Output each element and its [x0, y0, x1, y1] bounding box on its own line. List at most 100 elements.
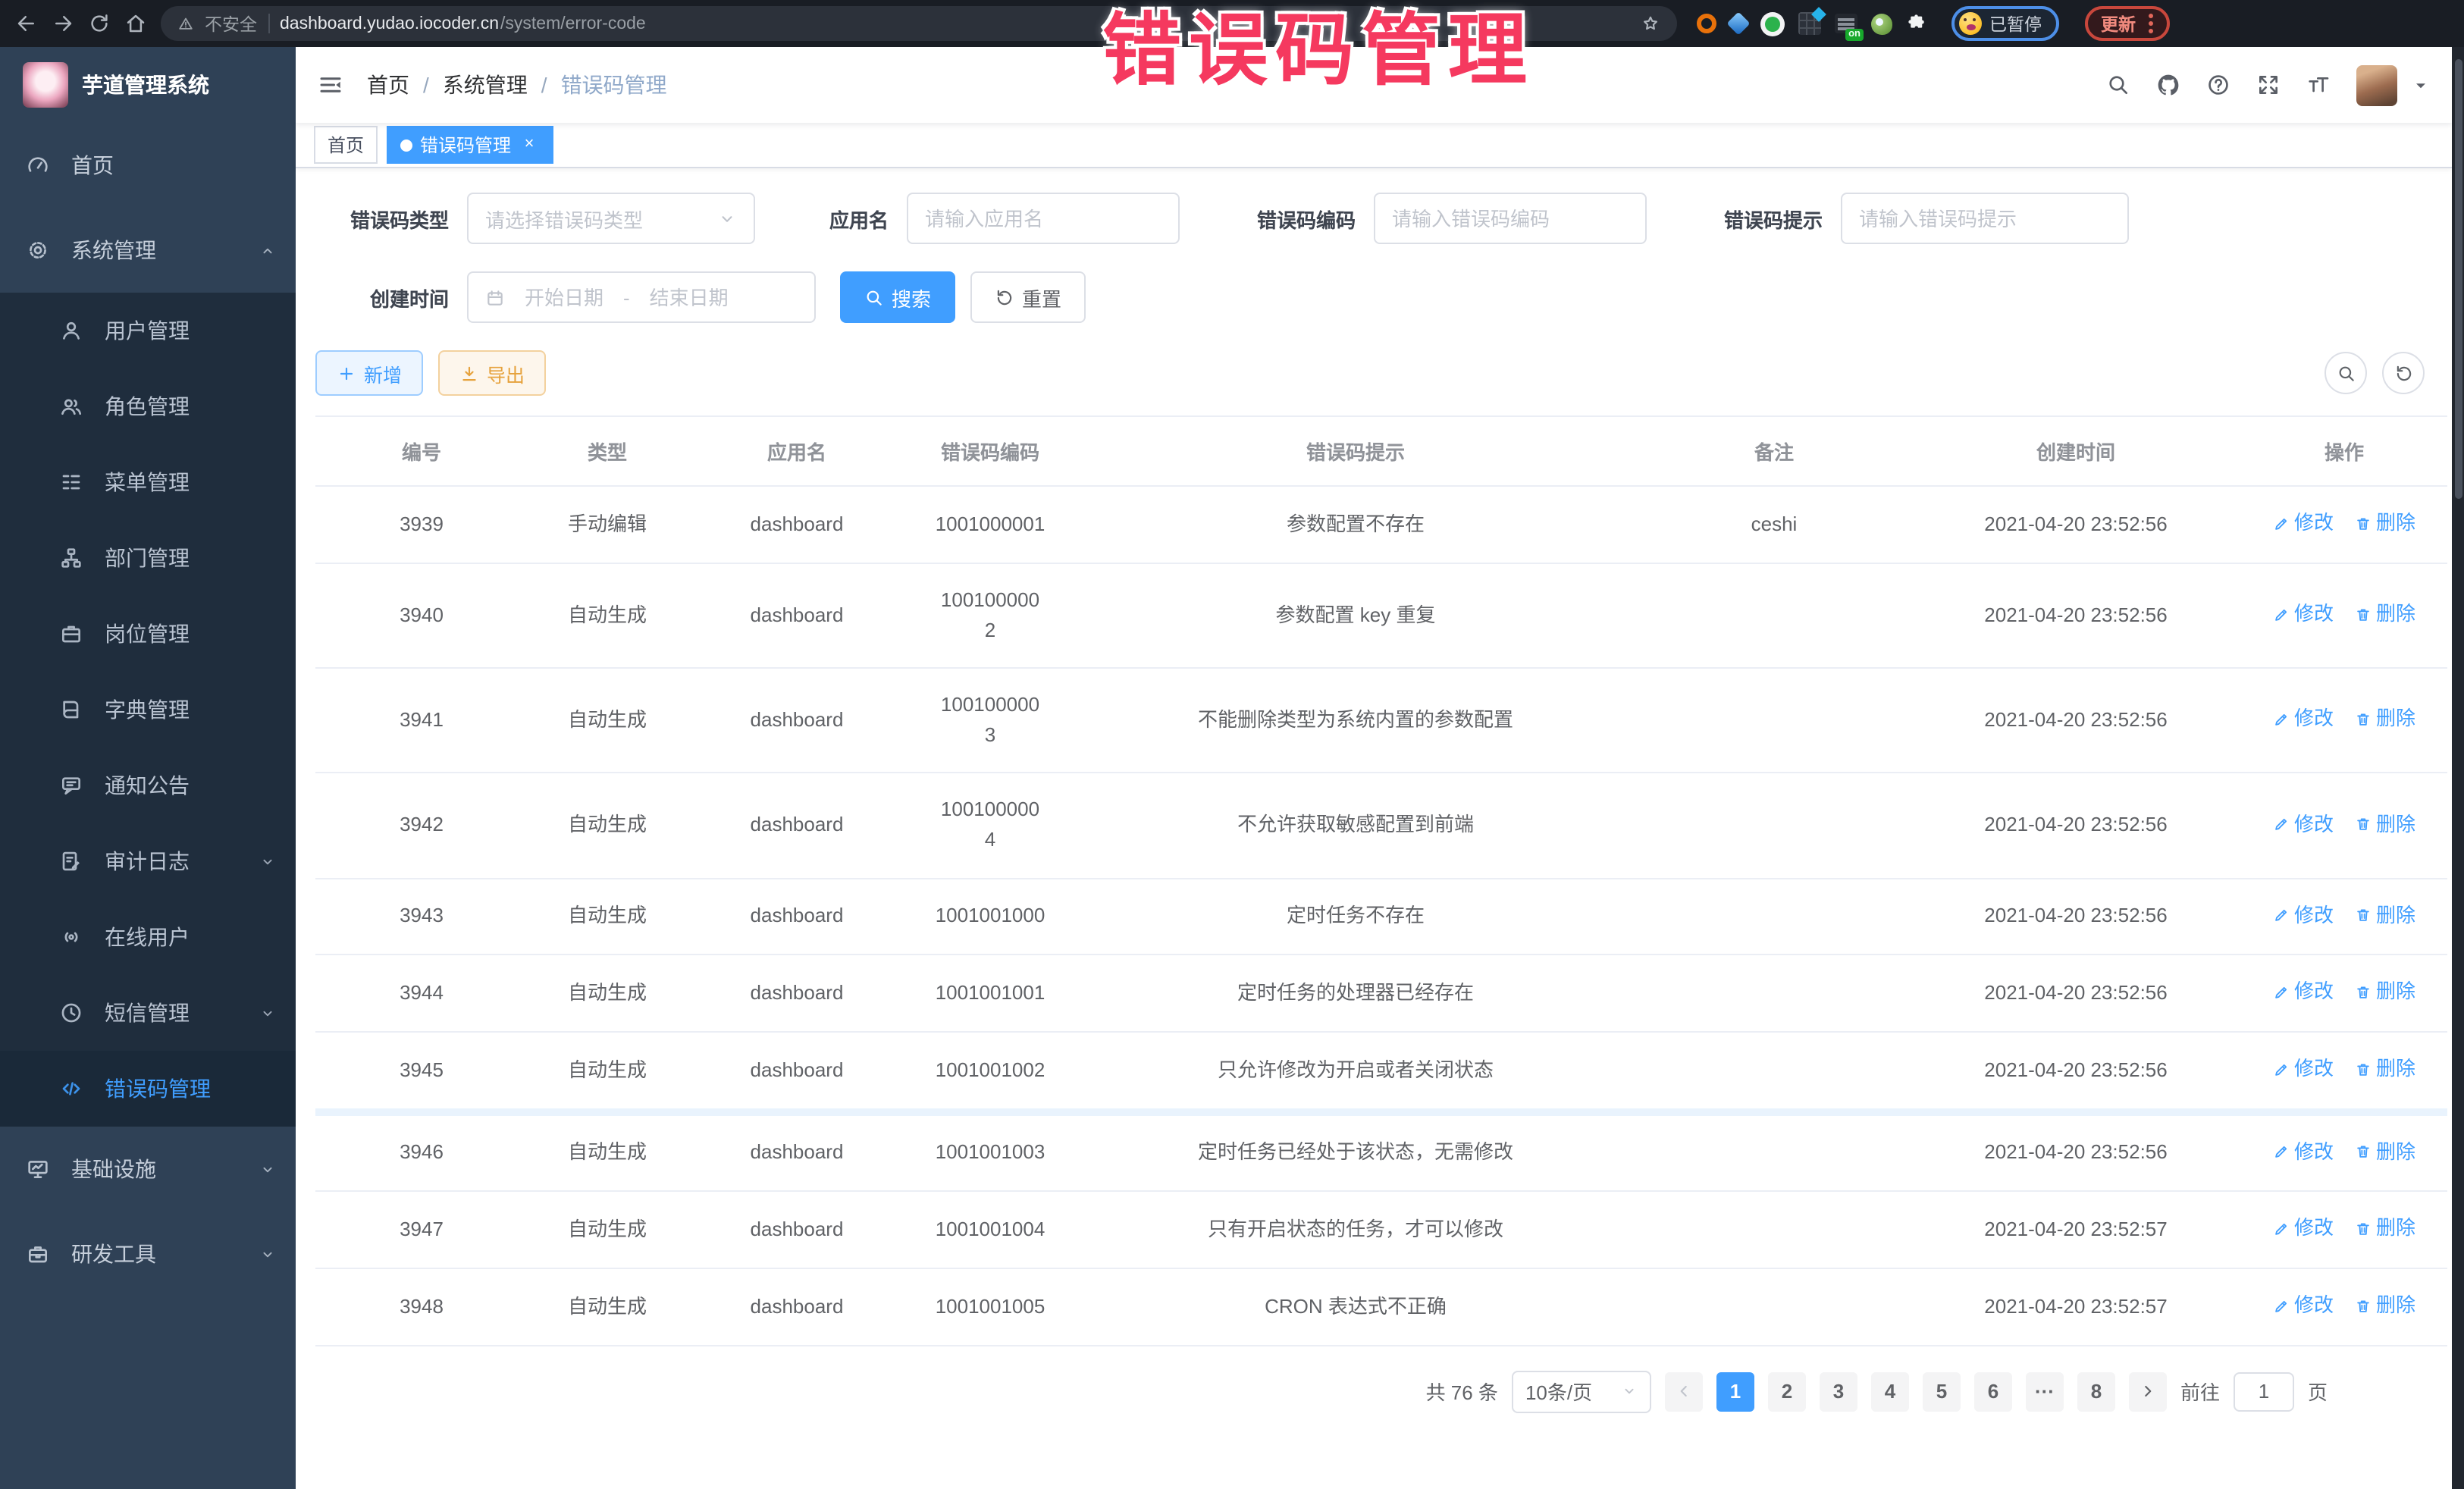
hamburger-icon[interactable] — [317, 71, 344, 99]
fullscreen-icon[interactable] — [2256, 73, 2281, 97]
page-button[interactable]: 1 — [1716, 1372, 1754, 1412]
extension-vue-icon[interactable] — [1760, 11, 1785, 36]
show-search-button[interactable] — [2324, 352, 2367, 394]
browser-update-button[interactable]: 更新 — [2084, 6, 2169, 41]
column-header: 操作 — [2241, 416, 2447, 486]
scrollbar[interactable] — [2452, 47, 2464, 1489]
edit-button[interactable]: 修改 — [2273, 1054, 2334, 1084]
page-ellipsis[interactable]: ··· — [2026, 1372, 2064, 1412]
edit-button[interactable]: 修改 — [2273, 599, 2334, 629]
refresh-table-button[interactable] — [2382, 352, 2425, 394]
delete-button[interactable]: 删除 — [2355, 599, 2415, 629]
cell-id: 3948 — [315, 1268, 528, 1345]
sidebar-item[interactable]: 菜单管理 — [0, 444, 296, 520]
extension-grid-icon[interactable] — [1798, 12, 1821, 35]
close-icon[interactable] — [519, 134, 540, 155]
reset-button[interactable]: 重置 — [970, 271, 1086, 323]
breadcrumb-item[interactable]: 系统管理 — [443, 70, 528, 100]
sidebar-item[interactable]: 用户管理 — [0, 293, 296, 368]
edit-button[interactable]: 修改 — [2273, 977, 2334, 1008]
sidebar-item[interactable]: 岗位管理 — [0, 596, 296, 672]
delete-button[interactable]: 删除 — [2355, 1054, 2415, 1084]
sidebar-item[interactable]: 研发工具 — [0, 1212, 296, 1296]
page-button[interactable]: 5 — [1923, 1372, 1961, 1412]
delete-button[interactable]: 删除 — [2355, 1214, 2415, 1244]
page-button[interactable]: 4 — [1871, 1372, 1909, 1412]
sidebar-item[interactable]: 基础设施 — [0, 1127, 296, 1212]
add-button[interactable]: 新增 — [315, 350, 423, 396]
bookmark-star-icon[interactable] — [1641, 14, 1660, 33]
trash-icon — [2355, 1061, 2372, 1077]
delete-button[interactable]: 删除 — [2355, 1136, 2415, 1167]
breadcrumb-item[interactable]: 首页 — [367, 70, 409, 100]
app-logo[interactable]: 芋道管理系统 — [0, 47, 296, 123]
address-bar[interactable]: 不安全 dashboard.yudao.iocoder.cn /system/e… — [161, 6, 1677, 41]
extension-gem-icon[interactable] — [1726, 11, 1750, 35]
edit-button[interactable]: 修改 — [2273, 508, 2334, 538]
browser-profile-chip[interactable]: 已暂停 — [1951, 6, 2058, 41]
sidebar-item[interactable]: 字典管理 — [0, 672, 296, 748]
sidebar-item[interactable]: 系统管理 — [0, 208, 296, 293]
export-button[interactable]: 导出 — [438, 350, 546, 396]
sidebar-item-label: 岗位管理 — [105, 619, 190, 649]
page-button[interactable]: 3 — [1820, 1372, 1857, 1412]
edit-button[interactable]: 修改 — [2273, 809, 2334, 839]
page-size-select[interactable]: 10条/页 — [1512, 1371, 1651, 1413]
home-icon[interactable] — [124, 12, 147, 35]
delete-button[interactable]: 删除 — [2355, 900, 2415, 930]
app-name-input[interactable] — [925, 207, 1161, 230]
edit-button[interactable]: 修改 — [2273, 900, 2334, 930]
extension-orange-ring-icon[interactable] — [1697, 14, 1716, 33]
chevron-down-icon[interactable] — [2411, 75, 2431, 95]
font-size-icon[interactable] — [2306, 73, 2331, 97]
edit-label: 修改 — [2294, 900, 2334, 930]
tag-item[interactable]: 首页 — [314, 126, 378, 164]
column-header: 创建时间 — [1911, 416, 2241, 486]
edit-button[interactable]: 修改 — [2273, 704, 2334, 735]
github-icon[interactable] — [2156, 73, 2180, 97]
search-button[interactable]: 搜索 — [840, 271, 955, 323]
extensions-puzzle-icon[interactable] — [1906, 12, 1929, 35]
cell-remark — [1638, 1032, 1911, 1111]
date-range-picker[interactable]: - — [467, 271, 816, 323]
page-button[interactable]: 6 — [1974, 1372, 2012, 1412]
goto-page-input[interactable] — [2234, 1372, 2294, 1412]
error-hint-input[interactable] — [1859, 207, 2111, 230]
sidebar-item[interactable]: 部门管理 — [0, 520, 296, 596]
sidebar-item[interactable]: 审计日志 — [0, 823, 296, 899]
extension-switch-icon[interactable]: on — [1835, 14, 1857, 33]
next-page-button[interactable] — [2129, 1372, 2167, 1412]
delete-button[interactable]: 删除 — [2355, 704, 2415, 735]
sidebar-item[interactable]: 首页 — [0, 123, 296, 208]
range-separator: - — [623, 286, 630, 309]
error-code-input[interactable] — [1392, 207, 1629, 230]
back-icon[interactable] — [15, 12, 38, 35]
end-date-input[interactable] — [641, 286, 738, 309]
extension-green-icon[interactable] — [1871, 13, 1892, 34]
page-button[interactable]: 8 — [2077, 1372, 2115, 1412]
sidebar-item[interactable]: 角色管理 — [0, 368, 296, 444]
sidebar-item[interactable]: 在线用户 — [0, 899, 296, 975]
sidebar-item[interactable]: 通知公告 — [0, 748, 296, 823]
delete-button[interactable]: 删除 — [2355, 977, 2415, 1008]
delete-button[interactable]: 删除 — [2355, 1290, 2415, 1321]
sidebar-item[interactable]: 短信管理 — [0, 975, 296, 1051]
reload-icon[interactable] — [88, 12, 111, 35]
prev-page-button[interactable] — [1665, 1372, 1703, 1412]
browser-menu-dots-icon[interactable] — [2148, 14, 2152, 33]
error-type-select[interactable]: 请选择错误码类型 — [467, 193, 755, 244]
search-icon[interactable] — [2106, 73, 2130, 97]
delete-button[interactable]: 删除 — [2355, 508, 2415, 538]
help-icon[interactable] — [2206, 73, 2230, 97]
edit-button[interactable]: 修改 — [2273, 1214, 2334, 1244]
delete-button[interactable]: 删除 — [2355, 809, 2415, 839]
edit-button[interactable]: 修改 — [2273, 1290, 2334, 1321]
tag-active[interactable]: 错误码管理 — [387, 126, 553, 164]
start-date-input[interactable] — [516, 286, 613, 309]
edit-button[interactable]: 修改 — [2273, 1136, 2334, 1167]
user-avatar[interactable] — [2356, 64, 2397, 105]
sidebar-item[interactable]: 错误码管理 — [0, 1051, 296, 1127]
app-title: 芋道管理系统 — [82, 70, 209, 100]
forward-icon[interactable] — [52, 12, 74, 35]
page-button[interactable]: 2 — [1768, 1372, 1806, 1412]
